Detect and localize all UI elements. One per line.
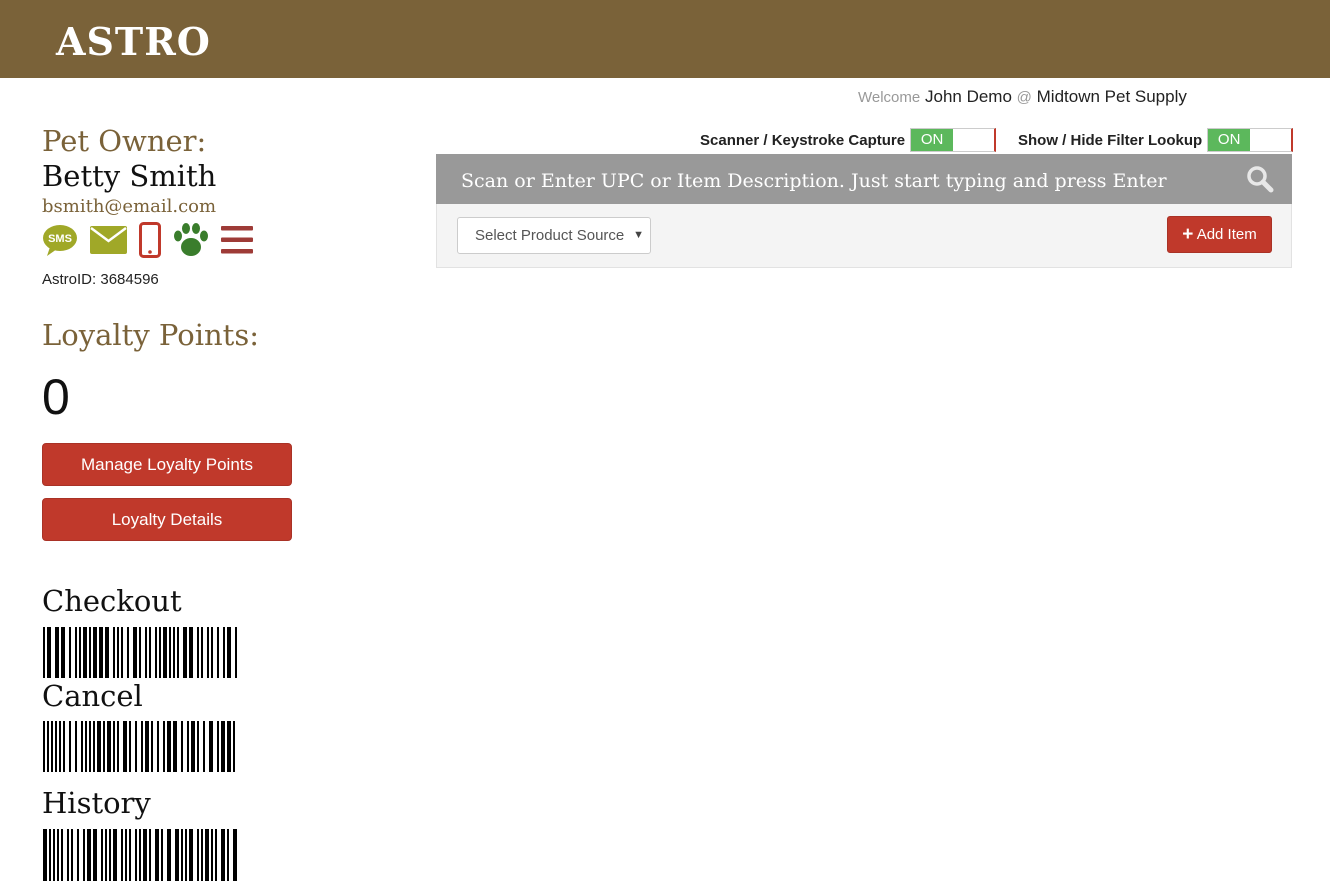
filter-toggle-label: Show / Hide Filter Lookup (1018, 131, 1203, 149)
checkout-barcode-label: Checkout (42, 584, 182, 618)
pet-owner-label: Pet Owner: (42, 124, 207, 158)
welcome-user: John Demo (924, 87, 1012, 106)
scanner-toggle-group: Scanner / Keystroke Capture ON (700, 128, 997, 152)
pet-owner-name: Betty Smith (42, 159, 217, 193)
astro-id-value: 3684596 (100, 271, 159, 288)
add-item-label: Add Item (1196, 226, 1257, 243)
filter-lookup-toggle[interactable]: ON (1207, 128, 1294, 152)
pet-owner-email[interactable]: bsmith@email.com (42, 196, 216, 217)
search-icon[interactable] (1246, 165, 1274, 198)
filter-toggle-state: ON (1208, 129, 1251, 151)
history-barcode[interactable] (43, 829, 240, 881)
envelope-icon[interactable] (90, 225, 127, 259)
welcome-store: Midtown Pet Supply (1036, 87, 1187, 106)
welcome-prefix: Welcome (858, 89, 921, 106)
sms-icon[interactable]: SMS (42, 223, 78, 262)
svg-text:SMS: SMS (48, 233, 72, 245)
mobile-phone-icon[interactable] (139, 221, 161, 263)
astro-id: AstroID: 3684596 (42, 271, 159, 288)
filter-toggle-group: Show / Hide Filter Lookup ON (1018, 128, 1294, 152)
scanner-keystroke-toggle[interactable]: ON (910, 128, 997, 152)
scanner-toggle-state: ON (911, 129, 954, 151)
loyalty-points-value: 0 (42, 369, 70, 425)
welcome-at: @ (1016, 89, 1032, 106)
loyalty-details-button[interactable]: Loyalty Details (42, 498, 292, 541)
owner-action-icons: SMS (42, 221, 253, 263)
product-source-value: Select Product Source (475, 227, 625, 244)
chevron-down-icon: ▼ (629, 218, 644, 253)
add-item-button[interactable]: + Add Item (1167, 216, 1272, 253)
loyalty-points-label: Loyalty Points: (42, 318, 259, 352)
astro-logo[interactable]: ASTRO (56, 22, 211, 62)
top-header-bar: ASTRO (0, 0, 1330, 78)
plus-icon: + (1182, 224, 1194, 245)
menu-icon[interactable] (221, 225, 253, 260)
astro-id-label: AstroID: (42, 271, 97, 288)
cancel-barcode-label: Cancel (42, 679, 143, 713)
item-search-bar[interactable]: Scan or Enter UPC or Item Description. J… (436, 154, 1292, 204)
search-input[interactable]: Scan or Enter UPC or Item Description. J… (461, 170, 1167, 192)
paw-icon[interactable] (173, 222, 209, 262)
item-entry-panel: Select Product Source ▼ + Add Item (436, 204, 1292, 268)
product-source-select[interactable]: Select Product Source ▼ (457, 217, 651, 254)
history-barcode-label: History (42, 786, 151, 820)
checkout-barcode[interactable] (43, 627, 240, 678)
cancel-barcode[interactable] (43, 721, 240, 772)
scanner-toggle-label: Scanner / Keystroke Capture (700, 131, 906, 149)
manage-loyalty-points-button[interactable]: Manage Loyalty Points (42, 443, 292, 486)
welcome-text: Welcome John Demo @ Midtown Pet Supply (858, 87, 1187, 107)
